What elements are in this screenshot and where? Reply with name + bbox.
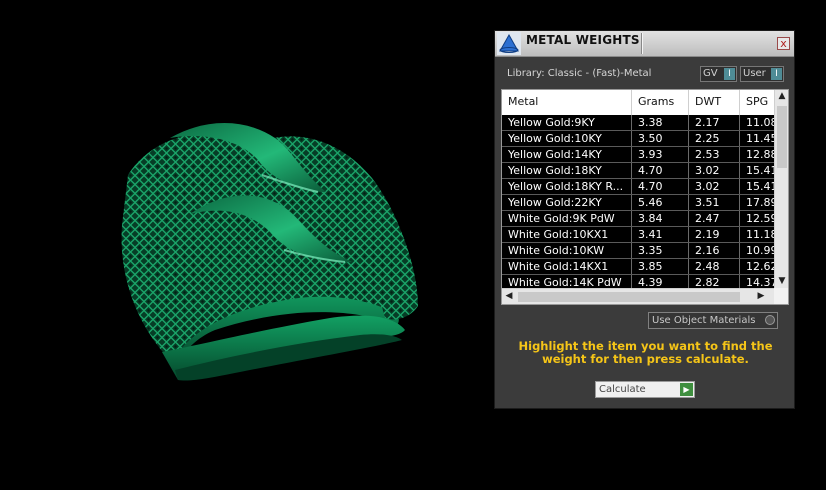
chevron-down-icon[interactable]: ▼ (775, 276, 788, 286)
table-row[interactable]: White Gold:10KW 3.35 2.16 10.99 (502, 243, 785, 259)
user-toggle-knob: I (771, 68, 782, 80)
chevron-right-icon[interactable]: ▶ (754, 291, 768, 301)
cell-metal: Yellow Gold:10KY (502, 131, 632, 146)
cell-metal: White Gold:10KX1 (502, 227, 632, 242)
gv-toggle[interactable]: GV I (700, 66, 737, 82)
cell-grams: 4.70 (632, 163, 689, 178)
use-object-materials-label: Use Object Materials (652, 315, 756, 326)
gv-toggle-label: GV (703, 68, 718, 79)
table-row[interactable]: Yellow Gold:10KY 3.50 2.25 11.45 (502, 131, 785, 147)
vertical-scrollbar[interactable]: ▲ ▼ (774, 90, 788, 288)
user-toggle[interactable]: User I (740, 66, 784, 82)
column-header-grams[interactable]: Grams (632, 90, 689, 115)
table-row[interactable]: Yellow Gold:22KY 5.46 3.51 17.89 (502, 195, 785, 211)
table-row[interactable]: White Gold:14KX1 3.85 2.48 12.62 (502, 259, 785, 275)
cell-grams: 3.85 (632, 259, 689, 274)
cell-metal: White Gold:9K PdW (502, 211, 632, 226)
table-row[interactable]: White Gold:10KX1 3.41 2.19 11.18 (502, 227, 785, 243)
chevron-left-icon[interactable]: ◀ (502, 291, 516, 301)
cell-dwt: 2.19 (689, 227, 740, 242)
cell-metal: Yellow Gold:22KY (502, 195, 632, 210)
use-object-materials-dropdown[interactable]: Use Object Materials (648, 312, 778, 329)
table-body: Yellow Gold:9KY 3.38 2.17 11.08 Yellow Gold:… (502, 115, 785, 291)
horizontal-scrollbar[interactable]: ◀ ▶ (502, 288, 774, 304)
close-icon[interactable]: x (777, 37, 790, 50)
hint-text: Highlight the item you want to find the … (518, 339, 773, 366)
cell-metal: Yellow Gold:9KY (502, 115, 632, 130)
calculate-label: Calculate (599, 384, 646, 395)
metal-table: Metal Grams DWT SPG Yellow Gold:9KY 3.38 2… (501, 89, 789, 305)
panel-titlebar[interactable]: METAL WEIGHTS x (495, 31, 794, 57)
panel-title: METAL WEIGHTS (526, 33, 640, 47)
cell-grams: 3.93 (632, 147, 689, 162)
cell-metal: Yellow Gold:14KY (502, 147, 632, 162)
cell-dwt: 3.51 (689, 195, 740, 210)
calculate-button[interactable]: Calculate ▶ (595, 381, 695, 398)
cell-grams: 3.35 (632, 243, 689, 258)
library-label: Library: Classic - (Fast)-Metal (507, 68, 652, 79)
3d-viewport[interactable] (0, 0, 490, 486)
metal-weights-panel: METAL WEIGHTS x Library: Classic - (Fast… (494, 30, 795, 409)
column-header-metal[interactable]: Metal (502, 90, 632, 115)
cell-grams: 3.50 (632, 131, 689, 146)
user-toggle-label: User (743, 68, 766, 79)
cell-dwt: 3.02 (689, 179, 740, 194)
scroll-corner (774, 288, 788, 304)
cell-metal: Yellow Gold:18KY R... (502, 179, 632, 194)
cell-metal: White Gold:10KW (502, 243, 632, 258)
title-separator (641, 33, 642, 54)
cell-dwt: 2.25 (689, 131, 740, 146)
chevron-up-icon[interactable]: ▲ (775, 91, 788, 101)
cell-grams: 4.70 (632, 179, 689, 194)
table-header: Metal Grams DWT SPG (502, 90, 786, 115)
cell-grams: 3.84 (632, 211, 689, 226)
cell-metal: Yellow Gold:18KY (502, 163, 632, 178)
cell-dwt: 3.02 (689, 163, 740, 178)
cell-dwt: 2.17 (689, 115, 740, 130)
cell-dwt: 2.47 (689, 211, 740, 226)
table-row[interactable]: Yellow Gold:18KY 4.70 3.02 15.41 (502, 163, 785, 179)
ring-render (121, 123, 418, 381)
cell-dwt: 2.53 (689, 147, 740, 162)
cell-metal: White Gold:14KX1 (502, 259, 632, 274)
cell-grams: 5.46 (632, 195, 689, 210)
table-row[interactable]: Yellow Gold:18KY R... 4.70 3.02 15.41 (502, 179, 785, 195)
cell-grams: 3.38 (632, 115, 689, 130)
gv-toggle-knob: I (724, 68, 735, 80)
triangle-logo-icon (497, 32, 521, 55)
table-row[interactable]: Yellow Gold:14KY 3.93 2.53 12.88 (502, 147, 785, 163)
vertical-scroll-thumb[interactable] (777, 106, 787, 168)
radio-knob-icon (765, 315, 775, 325)
cell-dwt: 2.16 (689, 243, 740, 258)
table-row[interactable]: Yellow Gold:9KY 3.38 2.17 11.08 (502, 115, 785, 131)
cell-grams: 3.41 (632, 227, 689, 242)
play-arrow-icon: ▶ (680, 383, 693, 396)
horizontal-scroll-thumb[interactable] (518, 292, 740, 302)
cell-dwt: 2.48 (689, 259, 740, 274)
column-header-dwt[interactable]: DWT (689, 90, 740, 115)
table-row[interactable]: White Gold:9K PdW 3.84 2.47 12.59 (502, 211, 785, 227)
